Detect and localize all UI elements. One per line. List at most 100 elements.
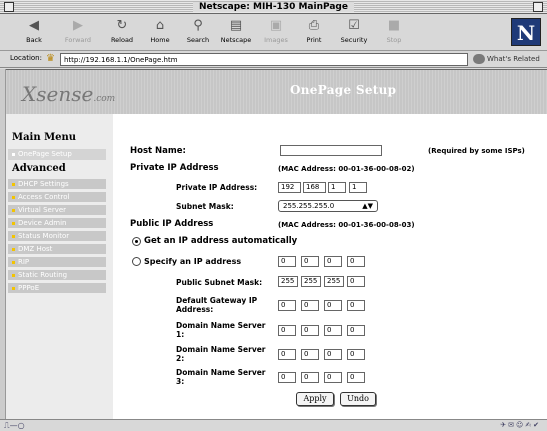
bullet-icon <box>12 273 15 277</box>
sidebar-item-device-admin[interactable]: Device Admin <box>8 218 106 228</box>
stop-icon: ■ <box>387 18 401 33</box>
dns-2-octet-4[interactable]: 0 <box>347 349 365 360</box>
gateway-octet-3[interactable]: 0 <box>324 300 342 311</box>
security-lock-icon: ☑ <box>348 18 360 33</box>
sidebar-item-access-control[interactable]: Access Control <box>8 192 106 202</box>
gateway-octet-4[interactable]: 0 <box>347 300 365 311</box>
bullet-icon <box>12 234 15 238</box>
url-input[interactable]: http://192.168.1.1/OnePage.htm <box>60 53 468 66</box>
dns-1-octet-4[interactable]: 0 <box>347 325 365 336</box>
undo-button[interactable]: Undo <box>340 392 376 406</box>
search-icon: ⚲ <box>193 18 203 33</box>
reload-button[interactable]: ↻ Reload <box>102 17 142 49</box>
specify-ip-radio[interactable] <box>132 257 141 266</box>
dns-1-octet-2[interactable]: 0 <box>301 325 319 336</box>
dns-1-octet-3[interactable]: 0 <box>324 325 342 336</box>
page-content: Xsense.com OnePage Setup Main Menu OnePa… <box>0 69 547 420</box>
window-titlebar[interactable]: Netscape: MIH-130 MainPage <box>0 0 547 14</box>
location-label: Location: <box>10 54 42 62</box>
host-name-note: (Required by some ISPs) <box>428 147 525 155</box>
dns-2-octet-1[interactable]: 0 <box>278 349 296 360</box>
public-mask-octet-1[interactable]: 255 <box>278 276 298 287</box>
subnet-mask-select[interactable]: 255.255.255.0 ▲▼ <box>278 200 378 212</box>
bullet-icon <box>12 247 15 251</box>
back-button[interactable]: ◀ Back <box>14 17 54 49</box>
home-icon: ⌂ <box>155 18 165 33</box>
get-ip-automatically-label: Get an IP address automatically <box>144 236 298 246</box>
public-mask-octet-3[interactable]: 255 <box>324 276 344 287</box>
connection-status-icon: ⎍—○ <box>4 421 25 430</box>
private-ip-octet-3[interactable]: 1 <box>328 182 346 193</box>
stop-button[interactable]: ■ Stop <box>374 17 414 49</box>
default-gateway-label: Default Gateway IP Address: <box>176 296 258 314</box>
main-menu-heading: Main Menu <box>12 132 77 143</box>
navigation-toolbar: ◀ Back ▶ Forward ↻ Reload ⌂ Home ⚲ Searc… <box>0 14 547 51</box>
host-name-label: Host Name: <box>130 146 186 156</box>
print-icon: ⎙ <box>308 18 320 33</box>
dns-3-octet-2[interactable]: 0 <box>301 372 319 383</box>
images-button[interactable]: ▣ Images <box>256 17 296 49</box>
public-ip-heading: Public IP Address <box>130 219 214 229</box>
page-title: OnePage Setup <box>290 83 397 97</box>
specify-ip-label: Specify an IP address <box>144 257 242 266</box>
whats-related-button[interactable]: What's Related <box>473 53 545 66</box>
dns-3-label: Domain Name Server 3: <box>176 368 266 386</box>
netscape-logo[interactable]: N <box>511 18 541 46</box>
page-proxy-icon[interactable]: ♛ <box>46 53 58 65</box>
component-bar-icons[interactable]: ✈✉☺✍✔ <box>500 421 541 429</box>
whats-related-label: What's Related <box>487 55 540 63</box>
sidebar-item-dmz-host[interactable]: DMZ Host <box>8 244 106 254</box>
dns-1-octet-1[interactable]: 0 <box>278 325 296 336</box>
search-button[interactable]: ⚲ Search <box>178 17 218 49</box>
dns-2-octet-2[interactable]: 0 <box>301 349 319 360</box>
sidebar-item-dhcp-settings[interactable]: DHCP Settings <box>8 179 106 189</box>
host-name-input[interactable] <box>280 145 382 156</box>
zoom-box[interactable] <box>533 2 543 12</box>
bullet-icon <box>12 195 15 199</box>
security-button[interactable]: ☑ Security <box>334 17 374 49</box>
public-ip-octet-4[interactable]: 0 <box>347 256 365 267</box>
public-ip-octet-3[interactable]: 0 <box>324 256 342 267</box>
sidebar-item-pppoe[interactable]: PPPoE <box>8 283 106 293</box>
sidebar-item-onepage-setup[interactable]: OnePage Setup <box>8 149 106 160</box>
private-ip-octet-1[interactable]: 192 <box>278 182 301 193</box>
private-ip-heading: Private IP Address <box>130 163 219 173</box>
private-ip-octet-2[interactable]: 168 <box>303 182 326 193</box>
dns-3-octet-4[interactable]: 0 <box>347 372 365 383</box>
sidebar-item-rip[interactable]: RIP <box>8 257 106 267</box>
window-title: Netscape: MIH-130 MainPage <box>193 2 354 12</box>
sidebar-item-static-routing[interactable]: Static Routing <box>8 270 106 280</box>
get-ip-automatically-radio[interactable] <box>132 237 141 246</box>
sidebar-item-virtual-server[interactable]: Virtual Server <box>8 205 106 215</box>
related-icon <box>473 54 485 64</box>
dns-3-octet-1[interactable]: 0 <box>278 372 296 383</box>
forward-arrow-icon: ▶ <box>73 18 83 33</box>
gateway-octet-2[interactable]: 0 <box>301 300 319 311</box>
dns-2-octet-3[interactable]: 0 <box>324 349 342 360</box>
forward-button[interactable]: ▶ Forward <box>58 17 98 49</box>
page-scrollbar[interactable] <box>0 69 6 419</box>
bullet-icon <box>12 182 15 186</box>
dns-3-octet-3[interactable]: 0 <box>324 372 342 383</box>
location-bar: Location: ♛ http://192.168.1.1/OnePage.h… <box>0 51 547 68</box>
private-ip-octet-4[interactable]: 1 <box>349 182 367 193</box>
print-button[interactable]: ⎙ Print <box>294 17 334 49</box>
public-ip-octet-1[interactable]: 0 <box>278 256 296 267</box>
advanced-heading: Advanced <box>12 163 66 174</box>
public-subnet-mask-label: Public Subnet Mask: <box>176 278 263 287</box>
dns-2-label: Domain Name Server 2: <box>176 345 266 363</box>
apply-button[interactable]: Apply <box>296 392 334 406</box>
netscape-button[interactable]: ▤ Netscape <box>216 17 256 49</box>
select-arrows-icon: ▲▼ <box>362 202 373 210</box>
bullet-icon <box>12 260 15 264</box>
public-mask-octet-2[interactable]: 255 <box>301 276 321 287</box>
sidebar-item-status-monitor[interactable]: Status Monitor <box>8 231 106 241</box>
dns-1-label: Domain Name Server 1: <box>176 321 266 339</box>
gateway-octet-1[interactable]: 0 <box>278 300 296 311</box>
bullet-icon <box>12 208 15 212</box>
public-mask-octet-4[interactable]: 0 <box>347 276 365 287</box>
public-ip-octet-2[interactable]: 0 <box>301 256 319 267</box>
sidebar: Main Menu OnePage Setup Advanced DHCP Se… <box>6 114 113 420</box>
netscape-icon: ▤ <box>229 18 243 33</box>
home-button[interactable]: ⌂ Home <box>140 17 180 49</box>
